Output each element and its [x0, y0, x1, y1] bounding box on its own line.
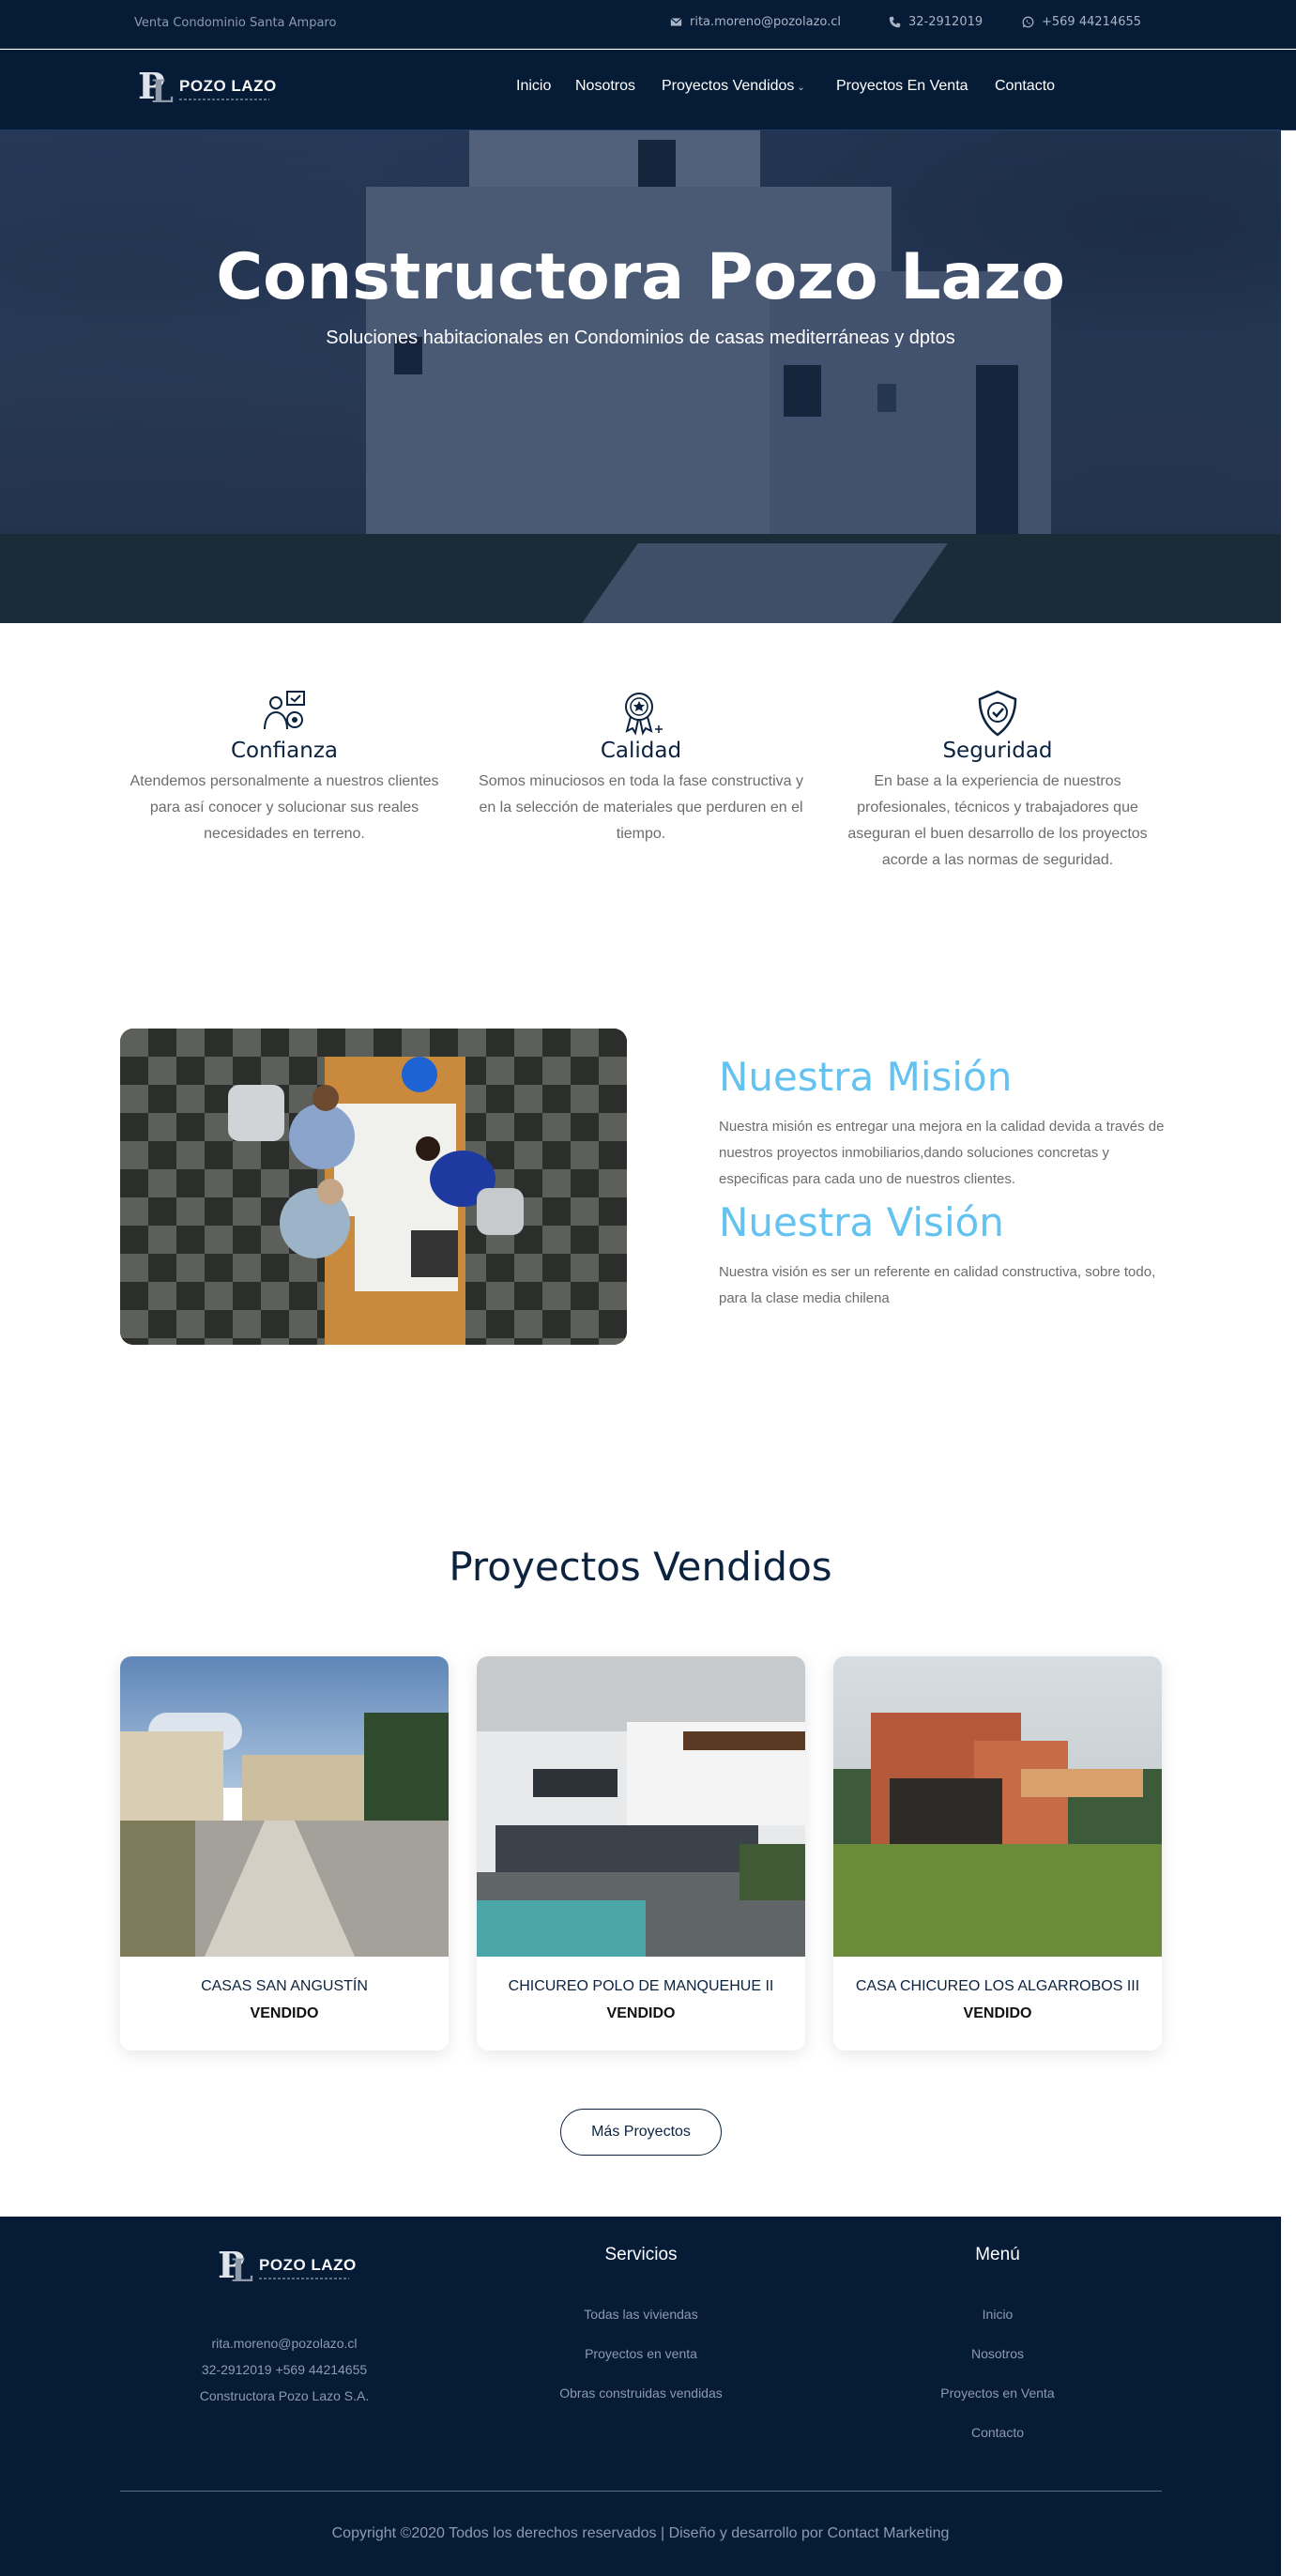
topbar-phone-text: 32-2912019	[908, 15, 983, 29]
nav-item-inicio[interactable]: Inicio	[516, 78, 551, 95]
chevron-down-icon: ⌄	[797, 83, 805, 93]
promo-link[interactable]: Venta Condominio Santa Amparo	[134, 16, 336, 30]
feature-seguridad: Seguridad En base a la experiencia de nu…	[833, 688, 1162, 874]
footer-menu-column: Menú Inicio Nosotros Proyectos en Venta …	[843, 2245, 1152, 2440]
topbar-whatsapp-text: +569 44214655	[1042, 15, 1142, 29]
footer-logo-name-2: LAZO	[311, 2255, 357, 2274]
project-card[interactable]: CHICUREO POLO DE MANQUEHUE II VENDIDO	[477, 1656, 805, 2050]
nav-item-proyectos-vendidos[interactable]: Proyectos Vendidos ⌄	[662, 78, 805, 95]
project-status: VENDIDO	[606, 2005, 676, 2021]
vision-title: Nuestra Visión	[719, 1199, 1004, 1245]
envelope-icon	[670, 17, 682, 26]
main-navbar: PL POZO LAZO Inicio Nosotros Proyectos V…	[0, 50, 1296, 130]
footer-service-link[interactable]: Proyectos en venta	[486, 2346, 796, 2361]
nav-item-proyectos-en-venta[interactable]: Proyectos En Venta	[836, 78, 968, 95]
page-scrollbar[interactable]	[1281, 130, 1296, 2576]
logo-mark: PL	[138, 65, 174, 112]
footer-divider	[120, 2491, 1162, 2492]
whatsapp-icon	[1022, 16, 1034, 28]
more-projects-button[interactable]: Más Proyectos	[560, 2109, 722, 2156]
office-meeting-photo	[120, 1029, 627, 1345]
footer-logo-name-1: POZO	[259, 2255, 307, 2274]
top-bar: Venta Condominio Santa Amparo rita.moren…	[0, 0, 1296, 49]
mission-text: Nuestra misión es entregar una mejora en…	[719, 1119, 1165, 1187]
footer-services-column: Servicios Todas las viviendas Proyectos …	[486, 2245, 796, 2401]
project-photo	[477, 1656, 805, 1957]
feature-confianza: Confianza Atendemos personalmente a nues…	[120, 688, 449, 847]
feature-title: Confianza	[230, 739, 339, 763]
footer-phones[interactable]: 32-2912019 +569 44214655	[130, 2356, 439, 2383]
footer-logo-wordmark: POZO LAZO	[259, 2256, 357, 2279]
project-name: CASAS SAN ANGUSTÍN	[201, 1978, 368, 1994]
feature-description: Somos minuciosos en toda la fase constru…	[479, 773, 803, 842]
footer-menu-link[interactable]: Inicio	[843, 2307, 1152, 2322]
vision-text: Nuestra visión es ser un referente en ca…	[719, 1264, 1156, 1306]
nav-item-nosotros[interactable]: Nosotros	[575, 78, 635, 95]
topbar-whatsapp[interactable]: +569 44214655	[1022, 15, 1141, 29]
footer-menu-title: Menú	[975, 2245, 1020, 2264]
footer: PL POZO LAZO rita.moreno@pozolazo.cl 32-…	[0, 2217, 1281, 2576]
handshake-people-icon	[264, 691, 305, 730]
mission-title: Nuestra Misión	[719, 1054, 1013, 1100]
logo-name-2: LAZO	[231, 76, 277, 95]
project-card[interactable]: CASAS SAN ANGUSTÍN VENDIDO	[120, 1656, 449, 2050]
feature-title: Calidad	[600, 739, 682, 763]
nav-item-proyectos-vendidos-label: Proyectos Vendidos	[662, 78, 795, 94]
project-name: CASA CHICUREO LOS ALGARROBOS III	[855, 1978, 1140, 1994]
shield-check-icon	[978, 690, 1017, 737]
hero-banner: Constructora Pozo Lazo Soluciones habita…	[0, 130, 1281, 623]
topbar-email-text: rita.moreno@pozolazo.cl	[690, 15, 842, 29]
footer-contact-column: rita.moreno@pozolazo.cl 32-2912019 +569 …	[130, 2330, 439, 2409]
footer-menu-link[interactable]: Nosotros	[843, 2346, 1152, 2361]
feature-title: Seguridad	[942, 739, 1053, 763]
footer-email[interactable]: rita.moreno@pozolazo.cl	[130, 2330, 439, 2356]
footer-service-link[interactable]: Obras construidas vendidas	[486, 2385, 796, 2401]
hero-title: Constructora Pozo Lazo	[216, 240, 1065, 314]
feature-description: Atendemos personalmente a nuestros clien…	[130, 773, 439, 842]
logo-name-1: POZO	[179, 76, 227, 95]
feature-calidad: Calidad Somos minuciosos en toda la fase…	[477, 688, 805, 847]
footer-menu-link[interactable]: Proyectos en Venta	[843, 2385, 1152, 2401]
logo-wordmark: POZO LAZO	[179, 77, 277, 100]
project-photo	[833, 1656, 1162, 1957]
project-status: VENDIDO	[250, 2005, 319, 2021]
footer-service-link[interactable]: Todas las viviendas	[486, 2307, 796, 2322]
phone-icon	[889, 16, 901, 28]
site-logo[interactable]: PL POZO LAZO	[134, 65, 277, 112]
footer-logo-mark: PL	[218, 2244, 253, 2291]
projects-section-title: Proyectos Vendidos	[449, 1544, 832, 1590]
footer-copyright: Copyright ©2020 Todos los derechos reser…	[331, 2525, 950, 2541]
project-name: CHICUREO POLO DE MANQUEHUE II	[508, 1978, 774, 1994]
footer-logo[interactable]: PL POZO LAZO	[214, 2244, 357, 2291]
nav-item-contacto[interactable]: Contacto	[995, 78, 1055, 95]
project-status: VENDIDO	[963, 2005, 1032, 2021]
footer-services-title: Servicios	[604, 2245, 678, 2264]
hero-subtitle: Soluciones habitacionales en Condominios…	[326, 328, 955, 348]
quality-badge-icon	[625, 693, 663, 736]
project-photo	[120, 1656, 449, 1957]
topbar-email[interactable]: rita.moreno@pozolazo.cl	[670, 15, 841, 29]
project-card[interactable]: CASA CHICUREO LOS ALGARROBOS III VENDIDO	[833, 1656, 1162, 2050]
topbar-phone[interactable]: 32-2912019	[889, 15, 983, 29]
footer-company: Constructora Pozo Lazo S.A.	[199, 2388, 370, 2403]
feature-description: En base a la experiencia de nuestros pro…	[847, 773, 1148, 868]
footer-menu-link[interactable]: Contacto	[843, 2425, 1152, 2440]
